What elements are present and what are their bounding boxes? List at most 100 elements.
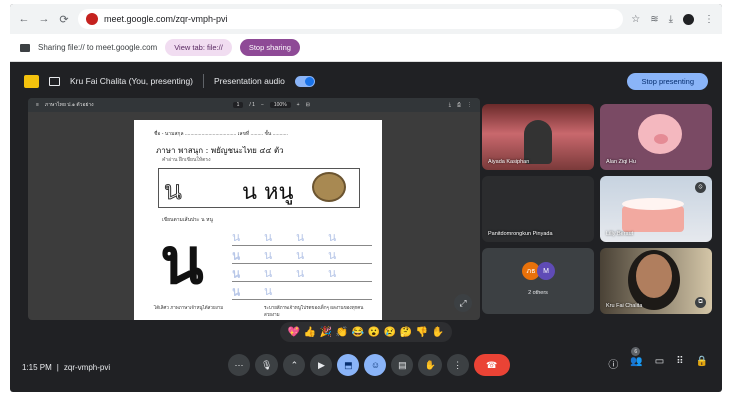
- thinking-reaction[interactable]: 🤔: [400, 326, 412, 338]
- page-total: / 1: [249, 102, 255, 108]
- clap-reaction[interactable]: 👏: [336, 326, 348, 338]
- fit-icon[interactable]: ⊟: [306, 102, 310, 108]
- participant-name: Panitdomrongkun Pinyada: [488, 231, 553, 237]
- host-controls-icon[interactable]: 🔒: [696, 356, 708, 371]
- pdf-print-icon[interactable]: ⎙: [457, 102, 461, 108]
- letter-word: น หนู: [242, 180, 294, 205]
- laugh-reaction[interactable]: 😂: [352, 326, 364, 338]
- microphone-icon[interactable]: 🎙: [255, 354, 279, 376]
- avatar: M: [537, 262, 555, 280]
- side-controls: ⓘ 👥 6 ▭ ⠿ 🔒: [608, 347, 708, 371]
- browser-actions: ☆ ≋ ⤓ ⋮: [631, 13, 714, 25]
- trace-rows: น น น น น น น น น น น น น น น น น: [232, 228, 372, 300]
- others-avatars: ภธ M: [522, 262, 555, 280]
- page-input[interactable]: 1: [232, 102, 244, 108]
- presentation-header: Kru Fai Chalita (You, presenting) Presen…: [10, 62, 722, 100]
- others-tile[interactable]: ภธ M 2 others: [482, 248, 594, 314]
- chevron-up-icon[interactable]: ⌃: [283, 354, 306, 376]
- reactions-bar: 💖 👍 🎉 👏 😂 😮 😢 🤔 👎 ✋: [280, 322, 452, 342]
- trace-instruction: เขียนตามเส้นประ น หนู: [162, 217, 213, 223]
- audio-label: Presentation audio: [214, 76, 285, 86]
- participant-name: Aiyada Kasiphan: [488, 159, 530, 165]
- heart-reaction[interactable]: 💖: [288, 326, 300, 338]
- pdf-menu-icon[interactable]: ≡: [36, 102, 39, 108]
- trace-row: น น น น น: [232, 264, 372, 299]
- stop-presenting-button[interactable]: Stop presenting: [627, 72, 708, 90]
- info-icon[interactable]: ⓘ: [608, 356, 618, 371]
- browser-toolbar: ← → ⟳ meet.google.com/zqr-vmph-pvi ☆ ≋ ⤓…: [10, 4, 722, 34]
- expand-icon[interactable]: ⤢: [454, 294, 472, 312]
- sharing-text: Sharing file:// to meet.google.com: [38, 43, 158, 52]
- site-icon: [86, 13, 98, 25]
- thumbs-up-reaction[interactable]: 👍: [304, 326, 316, 338]
- profile-avatar[interactable]: [683, 13, 694, 25]
- sharing-bar: Sharing file:// to meet.google.com View …: [10, 34, 722, 62]
- outline-letter: น: [164, 176, 183, 207]
- back-icon[interactable]: ←: [18, 13, 30, 25]
- trace-row: น น: [232, 282, 372, 300]
- large-letter: น: [160, 225, 204, 299]
- download-icon[interactable]: ⤓: [669, 14, 673, 25]
- participant-face: [636, 254, 672, 298]
- address-bar[interactable]: meet.google.com/zqr-vmph-pvi: [78, 9, 624, 29]
- participant-tile[interactable]: Panitdomrongkun Pinyada: [482, 176, 594, 242]
- participant-tile[interactable]: Alan Ziqi Hu: [600, 104, 712, 170]
- trace-row: น น น น น: [232, 246, 372, 281]
- divider: [203, 74, 205, 88]
- self-tile[interactable]: ⧉ Kru Fai Chalita: [600, 248, 712, 314]
- participant-figure: [524, 120, 552, 164]
- forward-icon[interactable]: →: [38, 13, 50, 25]
- end-call-button[interactable]: ☎: [473, 354, 510, 376]
- cast-icon[interactable]: ≋: [650, 14, 658, 25]
- participant-name: Alan Ziqi Hu: [606, 159, 636, 165]
- participant-tile[interactable]: ⦸ Lilly Beraut: [600, 176, 712, 242]
- presentation-view: ≡ ภาษาไทย ป.๑ ตัวอย่าง 1 / 1 − 100% + ⊟ …: [28, 98, 480, 320]
- thumbs-down-reaction[interactable]: 👎: [416, 326, 428, 338]
- star-icon[interactable]: ☆: [631, 14, 640, 25]
- more-audio-options-icon[interactable]: ⋯: [228, 354, 250, 376]
- worksheet-subtitle: คำอ่าน ฝึกเขียนให้ตรง: [162, 157, 211, 163]
- activities-icon[interactable]: ⠿: [676, 356, 683, 371]
- people-icon[interactable]: 👥 6: [630, 347, 643, 371]
- footer-left: ได้เลิศว ภาพภาษาเจ้าหนูได้สวยงาม: [154, 306, 224, 311]
- chat-icon[interactable]: ▭: [655, 356, 664, 371]
- pdf-toolbar: ≡ ภาษาไทย ป.๑ ตัวอย่าง 1 / 1 − 100% + ⊟ …: [28, 98, 480, 112]
- reload-icon[interactable]: ⟳: [58, 13, 70, 26]
- meet-icon: [24, 74, 39, 88]
- zoom-in-icon[interactable]: +: [297, 102, 300, 108]
- surprised-reaction[interactable]: 😮: [368, 326, 380, 338]
- raise-hand-icon[interactable]: ✋: [418, 354, 442, 376]
- presenter-label: Kru Fai Chalita (You, presenting): [70, 76, 194, 86]
- participant-name: Kru Fai Chalita: [606, 303, 643, 309]
- sad-reaction[interactable]: 😢: [384, 326, 396, 338]
- captions-icon[interactable]: ▤: [391, 354, 414, 376]
- zoom-input[interactable]: 100%: [269, 102, 291, 108]
- emoji-button[interactable]: ☺: [364, 354, 387, 376]
- view-tab-button[interactable]: View tab: file://: [165, 39, 232, 56]
- menu-icon[interactable]: ⋮: [704, 14, 714, 25]
- more-options-icon[interactable]: ⋮: [446, 354, 469, 376]
- call-controls: ⋯ 🎙 ⌃ ▶ ⬒ ☺ ▤ ✋ ⋮ ☎: [228, 354, 510, 376]
- others-label: 2 others: [528, 290, 548, 296]
- screen-share-icon: [20, 43, 30, 52]
- pdf-filename: ภาษาไทย ป.๑ ตัวอย่าง: [44, 102, 94, 108]
- hand-reaction[interactable]: ✋: [432, 326, 444, 338]
- coin-illustration: [312, 172, 346, 202]
- zoom-out-icon[interactable]: −: [261, 102, 264, 108]
- pdf-download-icon[interactable]: ⤓: [449, 102, 451, 108]
- presentation-audio-toggle[interactable]: [294, 75, 315, 87]
- pdf-page-controls: 1 / 1 − 100% + ⊟: [232, 102, 310, 108]
- pin-icon[interactable]: ⧉: [695, 297, 706, 308]
- present-button[interactable]: ⬒: [337, 354, 360, 376]
- stop-sharing-button[interactable]: Stop sharing: [239, 39, 300, 56]
- participant-name: Lilly Beraut: [606, 231, 634, 237]
- name-line: ชื่อ - นามสกุล .........................…: [154, 131, 288, 137]
- worksheet-page: ชื่อ - นามสกุล .........................…: [134, 120, 382, 320]
- url-text: meet.google.com/zqr-vmph-pvi: [104, 14, 228, 24]
- camera-icon[interactable]: ▶: [310, 354, 333, 376]
- browser-window: ← → ⟳ meet.google.com/zqr-vmph-pvi ☆ ≋ ⤓…: [10, 4, 722, 392]
- pdf-more-icon[interactable]: ⋮: [467, 102, 472, 108]
- party-reaction[interactable]: 🎉: [320, 326, 332, 338]
- participant-tile[interactable]: Aiyada Kasiphan: [482, 104, 594, 170]
- present-icon: [49, 76, 60, 86]
